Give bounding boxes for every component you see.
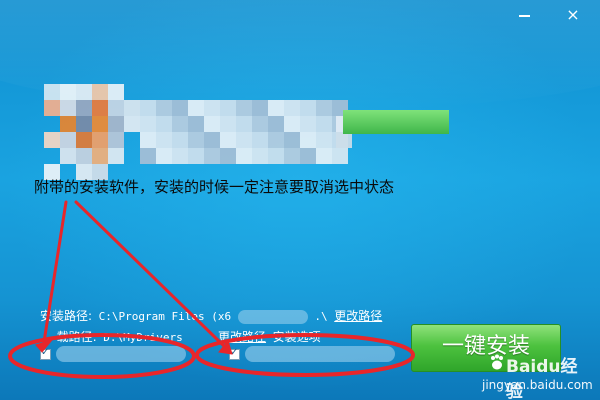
mosaic-tile — [124, 100, 140, 116]
driver-path-label: 载路径: — [56, 330, 97, 344]
mosaic-tile — [156, 132, 172, 148]
mosaic-tile — [76, 148, 92, 164]
mosaic-tile — [172, 132, 188, 148]
mosaic-tile — [44, 100, 60, 116]
mosaic-tile — [92, 100, 108, 116]
mosaic-tile — [188, 148, 204, 164]
mosaic-tile — [108, 148, 124, 164]
mosaic-tile — [156, 148, 172, 164]
install-path-blurred — [237, 310, 308, 324]
mosaic-tile — [76, 84, 92, 100]
mosaic-tile — [60, 84, 76, 100]
mosaic-tile — [188, 132, 204, 148]
checkmark-icon: ✓ — [230, 347, 239, 358]
mosaic-tile — [204, 148, 220, 164]
mosaic-tile — [300, 100, 316, 116]
mosaic-tile — [188, 100, 204, 116]
mosaic-tile — [60, 132, 76, 148]
mosaic-tile — [108, 116, 124, 132]
checkmark-icon: ✓ — [41, 347, 50, 358]
mosaic-tile — [316, 132, 332, 148]
mosaic-tile — [284, 132, 300, 148]
option-label-1-blurred — [56, 346, 186, 362]
driver-path-row: 载路径: D:\MyDrivers 更改路径 安装选项 — [40, 328, 321, 345]
mosaic-tile — [204, 132, 220, 148]
mosaic-tile — [76, 132, 92, 148]
mosaic-tile — [44, 84, 60, 100]
mosaic-tile — [108, 100, 124, 116]
mosaic-tile — [268, 132, 284, 148]
mosaic-tile — [220, 148, 236, 164]
installer-window: × 附带的安装软件，安装的时候一定注意要取消选中状态 安装路径: C:\Prog… — [0, 0, 600, 400]
mosaic-tile — [204, 116, 220, 132]
mosaic-tile — [156, 116, 172, 132]
mosaic-tile — [252, 116, 268, 132]
banner-green-bar — [343, 110, 449, 134]
mosaic-tile — [172, 148, 188, 164]
option-checkbox-2[interactable]: ✓ — [229, 347, 240, 360]
mosaic-tile — [204, 100, 220, 116]
mosaic-tile — [140, 100, 156, 116]
mosaic-tile — [268, 100, 284, 116]
mosaic-tile — [140, 116, 156, 132]
mosaic-tile — [172, 116, 188, 132]
mosaic-tile — [60, 100, 76, 116]
mosaic-tile — [336, 132, 352, 148]
change-driver-path-link[interactable]: 更改路径 — [218, 330, 266, 344]
mosaic-tile — [284, 148, 300, 164]
option-label-2-blurred — [245, 346, 395, 362]
mosaic-tile — [268, 148, 284, 164]
mosaic-tile — [92, 148, 108, 164]
mosaic-tile — [252, 100, 268, 116]
mosaic-tile — [300, 132, 316, 148]
mosaic-tile — [252, 132, 268, 148]
install-path-label: 安装路径: — [40, 309, 93, 323]
mosaic-tile — [108, 132, 124, 148]
mosaic-tile — [300, 116, 316, 132]
install-path-value-end: .\ — [314, 310, 328, 323]
mosaic-tile — [92, 84, 108, 100]
mosaic-tile — [252, 148, 268, 164]
mosaic-tile — [220, 100, 236, 116]
annotation-text: 附带的安装软件，安装的时候一定注意要取消选中状态 — [34, 178, 395, 196]
mosaic-tile — [236, 116, 252, 132]
driver-path-value: D:\MyDrivers — [103, 331, 183, 344]
mosaic-tile — [156, 100, 172, 116]
option-checkbox-1[interactable]: ✓ — [40, 347, 51, 360]
mosaic-tile — [124, 116, 140, 132]
mosaic-tile — [140, 148, 156, 164]
mosaic-tile — [76, 100, 92, 116]
mosaic-tile — [76, 116, 92, 132]
mosaic-tile — [92, 116, 108, 132]
mosaic-tile — [316, 148, 332, 164]
mosaic-tile — [44, 132, 60, 148]
mosaic-tile — [236, 132, 252, 148]
change-install-path-link[interactable]: 更改路径 — [334, 309, 382, 323]
mosaic-tile — [316, 116, 332, 132]
install-options-link[interactable]: 安装选项 — [273, 330, 321, 344]
mosaic-tile — [236, 100, 252, 116]
mosaic-tile — [268, 116, 284, 132]
mosaic-tile — [332, 148, 348, 164]
mosaic-tile — [92, 132, 108, 148]
mosaic-tile — [284, 100, 300, 116]
mosaic-tile — [140, 132, 156, 148]
mosaic-tile — [316, 100, 332, 116]
mosaic-tile — [188, 116, 204, 132]
mosaic-tile — [172, 100, 188, 116]
mosaic-tile — [60, 148, 76, 164]
one-click-install-button[interactable]: 一键安装 — [411, 324, 561, 372]
install-path-value: C:\Program Files (x6 — [98, 310, 232, 323]
install-path-row: 安装路径: C:\Program Files (x6 .\ 更改路径 — [40, 307, 382, 324]
mosaic-tile — [300, 148, 316, 164]
mosaic-tile — [220, 132, 236, 148]
mosaic-tile — [108, 84, 124, 100]
mosaic-tile — [284, 116, 300, 132]
mosaic-tile — [236, 148, 252, 164]
mosaic-tile — [60, 116, 76, 132]
mosaic-tile — [220, 116, 236, 132]
